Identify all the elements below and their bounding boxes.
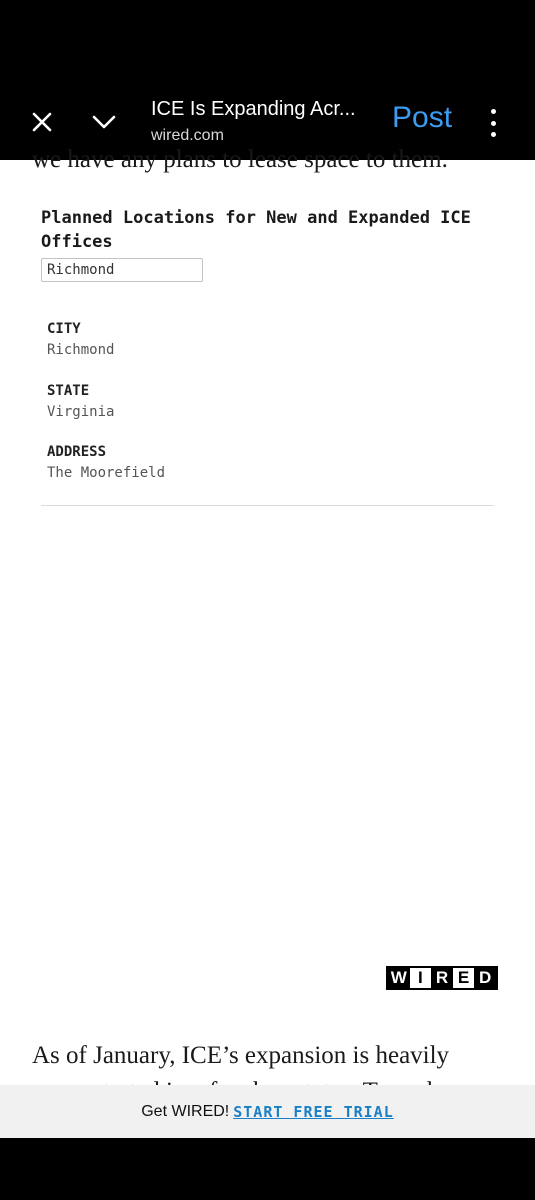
- start-free-trial-link[interactable]: START FREE TRIAL: [233, 1103, 394, 1121]
- location-search-input[interactable]: Richmond: [41, 258, 203, 282]
- more-vertical-icon: [490, 120, 496, 126]
- address-value: The Moorefield: [47, 465, 166, 481]
- logo-letter: E: [452, 968, 475, 988]
- article-line: As of January, ICE’s expansion is heavil…: [32, 1042, 450, 1069]
- browser-top-bar: ICE Is Expanding Acr... wired.com Post: [0, 0, 535, 160]
- more-options-button[interactable]: [482, 106, 504, 140]
- city-label: CITY: [47, 321, 81, 337]
- graphic-title: Planned Locations for New and Expanded I…: [41, 208, 471, 252]
- minimize-button[interactable]: [86, 104, 122, 140]
- city-value: Richmond: [47, 342, 115, 358]
- page-title[interactable]: ICE Is Expanding Acr...: [151, 98, 356, 121]
- article-text-clipped: we have any plans to lease space to them…: [32, 146, 448, 173]
- subscribe-banner: Get WIRED! START FREE TRIAL: [0, 1085, 535, 1138]
- state-value: Virginia: [47, 404, 115, 420]
- logo-letter: W: [388, 968, 410, 988]
- chevron-down-icon: [92, 115, 116, 129]
- graphic-divider: [41, 505, 494, 506]
- close-button[interactable]: [24, 104, 60, 140]
- promo-text: Get WIRED!: [141, 1102, 230, 1120]
- more-vertical-icon: [490, 132, 496, 137]
- system-navigation-bar: [0, 1138, 535, 1200]
- close-icon: [32, 112, 52, 132]
- logo-letter: I: [409, 968, 432, 988]
- logo-letter: D: [474, 968, 496, 988]
- page-domain: wired.com: [151, 127, 224, 144]
- post-button[interactable]: Post: [392, 101, 452, 135]
- address-label: ADDRESS: [47, 444, 107, 460]
- state-label: STATE: [47, 383, 90, 399]
- more-vertical-icon: [490, 109, 496, 114]
- logo-letter: R: [431, 968, 453, 988]
- wired-logo: W I R E D: [386, 966, 498, 990]
